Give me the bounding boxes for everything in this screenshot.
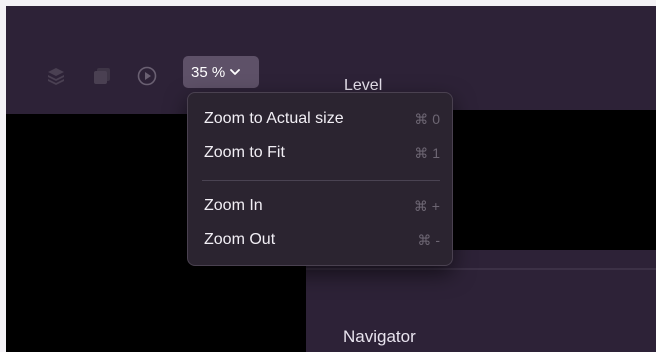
- menu-item-shortcut: ⌘ 1: [414, 144, 440, 161]
- level-preview[interactable]: [446, 110, 656, 250]
- menu-item-zoom-actual-size[interactable]: Zoom to Actual size ⌘ 0: [194, 105, 446, 133]
- menu-item-label: Zoom Out: [204, 231, 276, 248]
- menu-item-label: Zoom In: [204, 197, 263, 214]
- zoom-dropdown-button[interactable]: 35 %: [183, 56, 259, 88]
- square-icon[interactable]: [92, 66, 112, 86]
- menu-item-zoom-to-fit[interactable]: Zoom to Fit ⌘ 1: [194, 139, 446, 167]
- play-circle-icon[interactable]: [137, 66, 157, 86]
- navigator-label: Navigator: [343, 327, 416, 346]
- menu-item-shortcut: ⌘ +: [413, 197, 440, 214]
- menu-item-shortcut: ⌘ -: [417, 231, 440, 248]
- layers-icon[interactable]: [46, 66, 66, 86]
- menu-item-zoom-out[interactable]: Zoom Out ⌘ -: [194, 226, 446, 254]
- app-window: 35 % Level Navigator Zoom to Actual size…: [6, 6, 656, 352]
- menu-divider: [202, 180, 440, 181]
- menu-item-zoom-in[interactable]: Zoom In ⌘ +: [194, 192, 446, 220]
- chevron-down-icon: [230, 68, 241, 76]
- menu-item-label: Zoom to Fit: [204, 144, 285, 161]
- zoom-menu: Zoom to Actual size ⌘ 0 Zoom to Fit ⌘ 1 …: [187, 92, 453, 266]
- menu-item-shortcut: ⌘ 0: [414, 110, 440, 127]
- menu-item-label: Zoom to Actual size: [204, 110, 344, 127]
- zoom-value: 35 %: [191, 63, 226, 81]
- panel-divider: [306, 268, 656, 270]
